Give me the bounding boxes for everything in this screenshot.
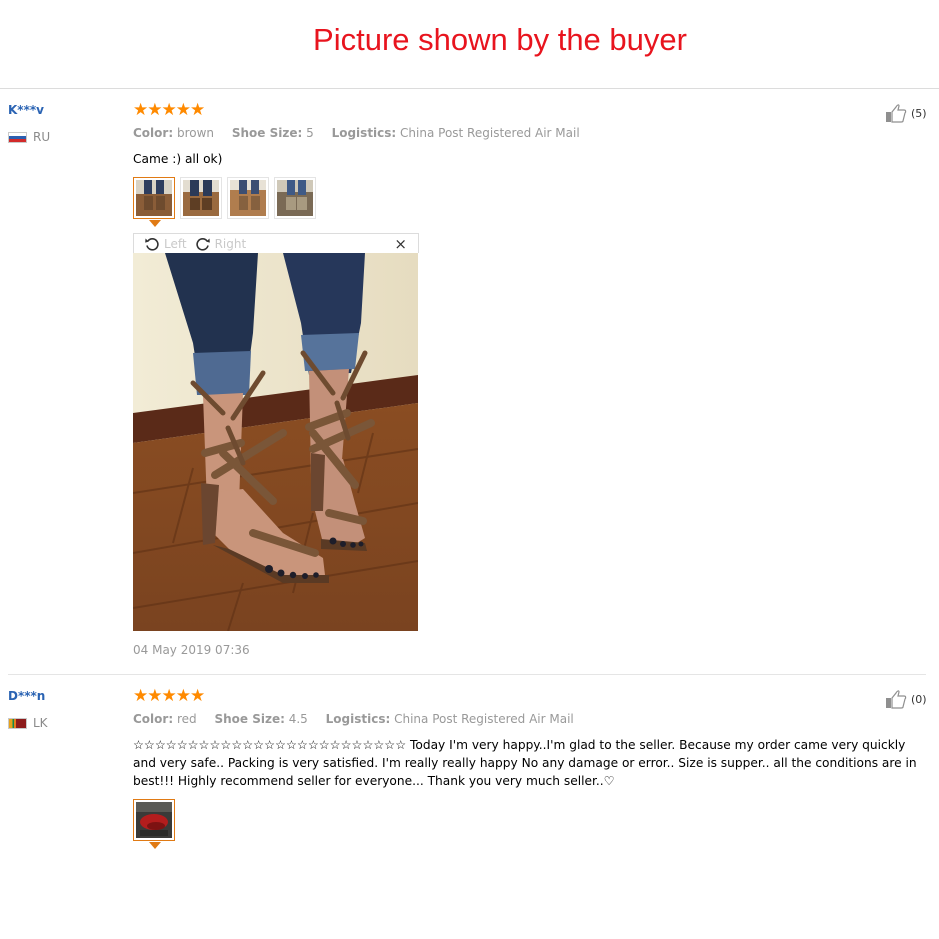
photo-thumbnail-1[interactable] bbox=[133, 799, 175, 849]
thumbnail-image bbox=[136, 802, 172, 838]
helpful-count: (0) bbox=[911, 692, 927, 706]
review-text: ☆☆☆☆☆☆☆☆☆☆☆☆☆☆☆☆☆☆☆☆☆☆☆☆☆ Today I'm very… bbox=[133, 738, 917, 788]
star-rating: ★★★★★ bbox=[133, 100, 205, 120]
photo-thumbnails bbox=[133, 799, 175, 849]
thumbnail-image bbox=[277, 180, 313, 216]
size-value: 5 bbox=[306, 126, 314, 140]
photo-thumbnails bbox=[133, 177, 316, 227]
size-label: Shoe Size: bbox=[214, 712, 285, 726]
reviewer-name[interactable]: D***n bbox=[8, 689, 45, 703]
order-details: Color: red Shoe Size: 4.5 Logistics: Chi… bbox=[133, 712, 588, 726]
rotate-left-button[interactable]: Left bbox=[144, 236, 187, 252]
review-text: Came :) all ok) bbox=[133, 152, 223, 166]
reviewer-country: LK bbox=[8, 716, 48, 730]
size-value: 4.5 bbox=[288, 712, 308, 726]
viewer-toolbar: Left Right × bbox=[133, 233, 419, 253]
selected-indicator bbox=[149, 842, 161, 849]
rotate-right-button[interactable]: Right bbox=[195, 236, 247, 252]
flag-lk-icon bbox=[8, 717, 27, 729]
reviewer-country: RU bbox=[8, 130, 50, 144]
reviewer-name[interactable]: K***v bbox=[8, 103, 44, 117]
rotate-left-label: Left bbox=[164, 236, 187, 251]
review-date: 04 May 2019 07:36 bbox=[133, 643, 250, 657]
helpful-button[interactable]: (5) bbox=[885, 103, 927, 123]
photo-thumbnail-4[interactable] bbox=[274, 177, 316, 219]
country-code: LK bbox=[33, 716, 48, 730]
logistics-label: Logistics: bbox=[325, 712, 391, 726]
photo-thumbnail-3[interactable] bbox=[227, 177, 269, 219]
close-icon[interactable]: × bbox=[394, 235, 407, 253]
color-value: red bbox=[176, 712, 197, 726]
photo-thumbnail-1[interactable] bbox=[133, 177, 175, 227]
rotate-right-icon bbox=[195, 237, 210, 251]
color-value: brown bbox=[176, 126, 215, 140]
color-label: Color: bbox=[133, 712, 174, 726]
color-label: Color: bbox=[133, 126, 174, 140]
page-title: Picture shown by the buyer bbox=[313, 22, 687, 57]
flag-ru-icon bbox=[8, 131, 27, 143]
logistics-value: China Post Registered Air Mail bbox=[400, 126, 580, 140]
rotate-right-label: Right bbox=[214, 236, 247, 251]
photo-viewer: Left Right × bbox=[133, 233, 419, 631]
order-details: Color: brown Shoe Size: 5 Logistics: Chi… bbox=[133, 126, 594, 140]
review-photo bbox=[133, 253, 418, 631]
thumbnail-image bbox=[183, 180, 219, 216]
star-rating: ★★★★★ bbox=[133, 686, 205, 706]
thumbs-up-icon bbox=[886, 104, 907, 123]
helpful-count: (5) bbox=[911, 106, 927, 120]
review-divider bbox=[8, 674, 926, 675]
logistics-value: China Post Registered Air Mail bbox=[394, 712, 574, 726]
thumbnail-image bbox=[136, 180, 172, 216]
rotate-left-icon bbox=[145, 237, 159, 251]
logistics-label: Logistics: bbox=[331, 126, 397, 140]
photo-thumbnail-2[interactable] bbox=[180, 177, 222, 219]
thumbs-up-icon bbox=[886, 690, 907, 709]
size-label: Shoe Size: bbox=[231, 126, 303, 140]
title-divider bbox=[0, 88, 939, 89]
selected-indicator bbox=[149, 220, 161, 227]
helpful-button[interactable]: (0) bbox=[885, 689, 927, 709]
thumbnail-image bbox=[230, 180, 266, 216]
country-code: RU bbox=[33, 130, 51, 144]
